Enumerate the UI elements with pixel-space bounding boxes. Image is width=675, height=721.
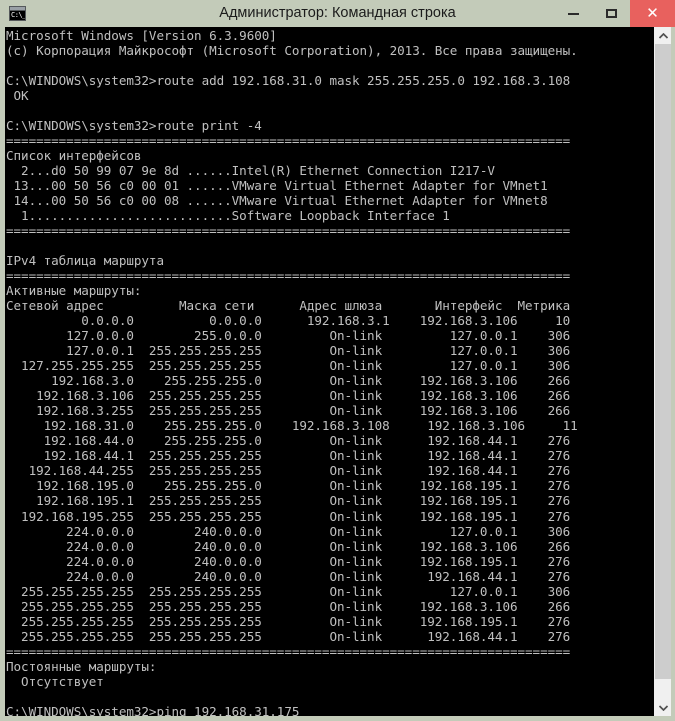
console-line: 192.168.195.1 255.255.255.255 On-link 19… xyxy=(6,493,571,509)
scrollbar-thumb[interactable] xyxy=(655,44,671,680)
close-button[interactable]: ✕ xyxy=(630,0,675,27)
console-line: ========================================… xyxy=(6,643,571,659)
console-line: 255.255.255.255 255.255.255.255 On-link … xyxy=(6,613,571,629)
console-line: 192.168.31.0 255.255.255.0 192.168.3.108… xyxy=(6,418,578,434)
console-line: 0.0.0.0 0.0.0.0 192.168.3.1 192.168.3.10… xyxy=(6,313,571,329)
window-controls: ✕ xyxy=(554,0,675,27)
console-line: 224.0.0.0 240.0.0.0 On-link 192.168.3.10… xyxy=(6,538,571,554)
console-line: ========================================… xyxy=(6,133,571,149)
vertical-scrollbar[interactable] xyxy=(654,27,671,716)
console-line: ========================================… xyxy=(6,223,571,239)
console-line: 224.0.0.0 240.0.0.0 On-link 192.168.195.… xyxy=(6,553,571,569)
console-line: 192.168.195.0 255.255.255.0 On-link 192.… xyxy=(6,478,571,494)
console-line: 192.168.3.255 255.255.255.255 On-link 19… xyxy=(6,403,571,419)
console-line: IPv4 таблица маршрута xyxy=(6,253,164,269)
console-line: Постоянные маршруты: xyxy=(6,658,157,674)
console-line: 224.0.0.0 240.0.0.0 On-link 127.0.0.1 30… xyxy=(6,523,571,539)
console-line: Активные маршруты: xyxy=(6,283,142,299)
console-line: Список интерфейсов xyxy=(6,148,142,164)
console-line: 2...d0 50 99 07 9e 8d ......Intel(R) Eth… xyxy=(6,163,495,179)
console-line: C:\WINDOWS\system32>route print -4 xyxy=(6,118,262,134)
minimize-button[interactable] xyxy=(554,0,592,27)
console-line: 127.0.0.1 255.255.255.255 On-link 127.0.… xyxy=(6,343,571,359)
console-line: 1...........................Software Loo… xyxy=(6,208,450,224)
console-line: 127.255.255.255 255.255.255.255 On-link … xyxy=(6,358,571,374)
scrollbar-track[interactable] xyxy=(655,44,671,699)
cmd-icon-prompt: C:\_ xyxy=(10,11,26,20)
console-line: 192.168.3.0 255.255.255.0 On-link 192.16… xyxy=(6,373,571,389)
console-output[interactable]: Microsoft Windows [Version 6.3.9600] (c) … xyxy=(5,27,654,716)
console-line: 224.0.0.0 240.0.0.0 On-link 192.168.44.1… xyxy=(6,568,571,584)
console-line: 255.255.255.255 255.255.255.255 On-link … xyxy=(6,598,571,614)
console-line: OK xyxy=(6,88,29,104)
cmd-icon: C:\_ xyxy=(9,6,26,21)
console-line: 192.168.195.255 255.255.255.255 On-link … xyxy=(6,508,571,524)
console-line: 192.168.44.0 255.255.255.0 On-link 192.1… xyxy=(6,433,571,449)
close-icon: ✕ xyxy=(646,5,659,22)
console-line: C:\WINDOWS\system32>route add 192.168.31… xyxy=(6,73,571,89)
console-line: (c) Корпорация Майкрософт (Microsoft Cor… xyxy=(6,43,578,59)
console-line: 192.168.44.1 255.255.255.255 On-link 192… xyxy=(6,448,571,464)
scroll-up-arrow[interactable] xyxy=(655,27,671,44)
console-line: 192.168.3.106 255.255.255.255 On-link 19… xyxy=(6,388,571,404)
console-line: 13...00 50 56 c0 00 01 ......VMware Virt… xyxy=(6,178,548,194)
console-line: 127.0.0.0 255.0.0.0 On-link 127.0.0.1 30… xyxy=(6,328,571,344)
title-bar[interactable]: C:\_ Администратор: Командная строка ✕ xyxy=(0,0,675,27)
console-line: C:\WINDOWS\system32>ping 192.168.31.175 xyxy=(6,703,300,716)
maximize-icon xyxy=(605,9,617,18)
minimize-icon xyxy=(567,12,579,15)
maximize-button[interactable] xyxy=(592,0,630,27)
console-line: ========================================… xyxy=(6,268,571,284)
console-line: 255.255.255.255 255.255.255.255 On-link … xyxy=(6,628,571,644)
console-line: 255.255.255.255 255.255.255.255 On-link … xyxy=(6,583,571,599)
console-line: Отсутствует xyxy=(6,673,104,689)
console-line: 14...00 50 56 c0 00 08 ......VMware Virt… xyxy=(6,193,548,209)
console-line: Сетевой адрес Маска сети Адрес шлюза Инт… xyxy=(6,298,571,314)
command-prompt-window: C:\_ Администратор: Командная строка ✕ M… xyxy=(0,0,675,721)
console-line: 192.168.44.255 255.255.255.255 On-link 1… xyxy=(6,463,571,479)
console-area: Microsoft Windows [Version 6.3.9600] (c) … xyxy=(0,27,675,721)
console-line: Microsoft Windows [Version 6.3.9600] xyxy=(6,28,277,43)
scroll-down-arrow[interactable] xyxy=(655,699,671,716)
